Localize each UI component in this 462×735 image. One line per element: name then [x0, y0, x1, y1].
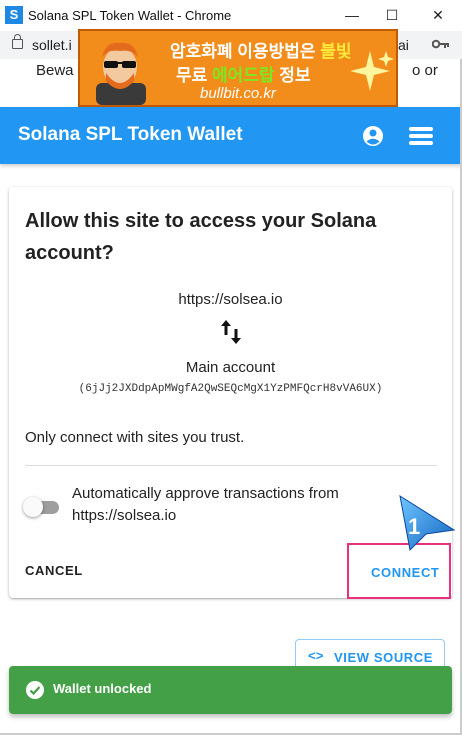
ad-subline: 무료 에어드랍 정보	[176, 66, 311, 85]
app-title: Solana SPL Token Wallet	[18, 124, 243, 145]
sparkle-icon	[350, 51, 394, 91]
url-text[interactable]: sollet.i	[32, 37, 72, 53]
account-name: Main account	[185, 359, 276, 376]
origin-url: https://solsea.io	[178, 291, 283, 308]
page-behind-text-left: Bewa	[36, 62, 74, 79]
step-arrow-marker: 1	[399, 494, 456, 552]
code-icon: <>	[308, 649, 324, 664]
menu-icon[interactable]	[408, 124, 434, 148]
app-icon: S	[5, 6, 23, 24]
toggle-thumb	[23, 497, 43, 517]
maximize-button[interactable]: ☐	[370, 2, 414, 28]
step-number: 1	[408, 514, 420, 539]
url-text-tail[interactable]: ai	[398, 37, 409, 53]
check-circle-icon	[26, 681, 44, 699]
auto-approve-label: Automatically approve transactions from …	[72, 485, 339, 524]
connect-button[interactable]: CONNECT	[371, 565, 439, 580]
app-bar: Solana SPL Token Wallet	[0, 107, 462, 164]
divider	[25, 465, 437, 466]
close-button[interactable]: ✕	[416, 2, 460, 28]
swap-vert-icon	[221, 320, 241, 344]
account-circle-icon[interactable]	[362, 125, 384, 147]
window-titlebar: S Solana SPL Token Wallet - Chrome — ☐ ✕	[0, 0, 462, 32]
account-public-key: (6jJj2JXDdpApMWgfA2QwSEQcMgX1YzPMFQcrH8v…	[78, 383, 383, 395]
ad-banner[interactable]: 암호화폐 이용방법은 불빛 무료 에어드랍 정보 bullbit.co.kr	[78, 29, 398, 107]
auto-approve-toggle[interactable]	[23, 497, 61, 517]
key-icon[interactable]	[431, 37, 450, 53]
snackbar: Wallet unlocked	[9, 666, 452, 714]
cancel-button[interactable]: CANCEL	[25, 563, 83, 578]
ad-url: bullbit.co.kr	[200, 85, 276, 102]
connect-dialog-card: Allow this site to access your Solana ac…	[9, 187, 452, 599]
ad-headline: 암호화폐 이용방법은 불빛	[170, 42, 352, 61]
dialog-title: Allow this site to access your Solana ac…	[25, 210, 377, 264]
page-behind-text-right: o or	[412, 62, 438, 79]
minimize-button[interactable]: —	[330, 2, 374, 28]
lock-icon[interactable]	[12, 34, 23, 49]
snackbar-message: Wallet unlocked	[53, 681, 152, 696]
trust-warning: Only connect with sites you trust.	[25, 429, 245, 446]
view-source-label: VIEW SOURCE	[334, 650, 434, 665]
window-title: Solana SPL Token Wallet - Chrome	[28, 8, 232, 23]
avatar-illustration	[96, 42, 146, 105]
